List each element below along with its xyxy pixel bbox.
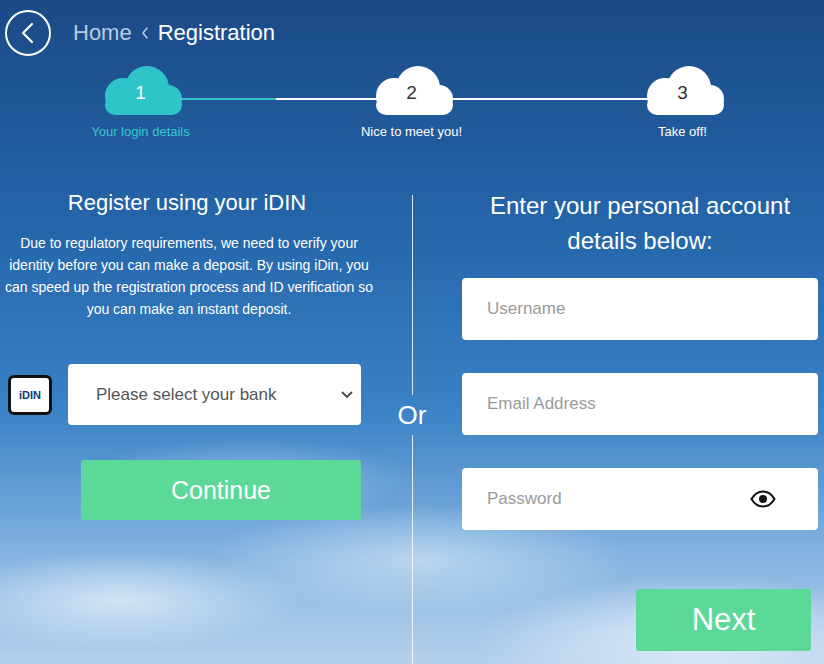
idin-panel: Register using your iDIN Due to regulator…: [0, 140, 382, 664]
stepper: 1 Your login details 2 Nice to meet you! 3 Ta…: [5, 62, 824, 140]
field: [462, 278, 818, 340]
text-input[interactable]: [462, 278, 818, 340]
account-fields: [462, 278, 818, 530]
continue-button[interactable]: Continue: [81, 460, 361, 520]
step: 2 Nice to meet you!: [276, 62, 547, 140]
header: Home Registration: [0, 0, 824, 56]
chevron-left-icon: [140, 25, 150, 41]
chevron-left-icon: [18, 21, 38, 45]
step-cloud: 3: [637, 62, 729, 118]
breadcrumb: Home Registration: [73, 20, 275, 46]
field: [462, 373, 818, 435]
back-button[interactable]: [5, 10, 51, 56]
bank-select[interactable]: Please select your bank: [68, 364, 361, 425]
breadcrumb-item[interactable]: Home: [73, 20, 132, 46]
idin-logo-text: iDIN: [19, 389, 41, 401]
step-number: 3: [637, 82, 729, 104]
divider-label: Or: [394, 395, 431, 435]
bank-row: iDIN Please select your bank: [8, 364, 374, 425]
field: [462, 468, 818, 530]
bank-select-wrap: Please select your bank: [68, 364, 361, 425]
idin-description: Due to regulatory requirements, we need …: [0, 232, 374, 320]
divider: Or: [382, 140, 442, 664]
step-label: Your login details: [91, 123, 190, 140]
step-number: 2: [366, 82, 458, 104]
step-cloud: 2: [366, 62, 458, 118]
registration-forms: Register using your iDIN Due to regulator…: [0, 140, 824, 664]
account-panel: Enter your personal account details belo…: [442, 140, 824, 664]
chevron-down-icon: [341, 391, 353, 399]
step: 3 Take off!: [547, 62, 818, 140]
idin-title: Register using your iDIN: [0, 188, 374, 218]
registration-page: Home Registration 1 Your login details 2 Nice…: [0, 0, 824, 664]
step: 1 Your login details: [5, 62, 276, 140]
show-password-button[interactable]: [750, 490, 776, 508]
step-number: 1: [95, 82, 187, 104]
eye-icon: [750, 490, 776, 508]
step-label: Take off!: [658, 123, 707, 140]
step-cloud: 1: [95, 62, 187, 118]
breadcrumb-item: Registration: [158, 20, 275, 46]
divider-line: [412, 195, 413, 395]
account-title: Enter your personal account details belo…: [462, 188, 818, 258]
divider-line: [412, 435, 413, 664]
step-label: Nice to meet you!: [361, 123, 462, 140]
text-input[interactable]: [462, 373, 818, 435]
idin-logo-icon: iDIN: [8, 375, 52, 415]
next-button[interactable]: Next: [636, 589, 811, 651]
